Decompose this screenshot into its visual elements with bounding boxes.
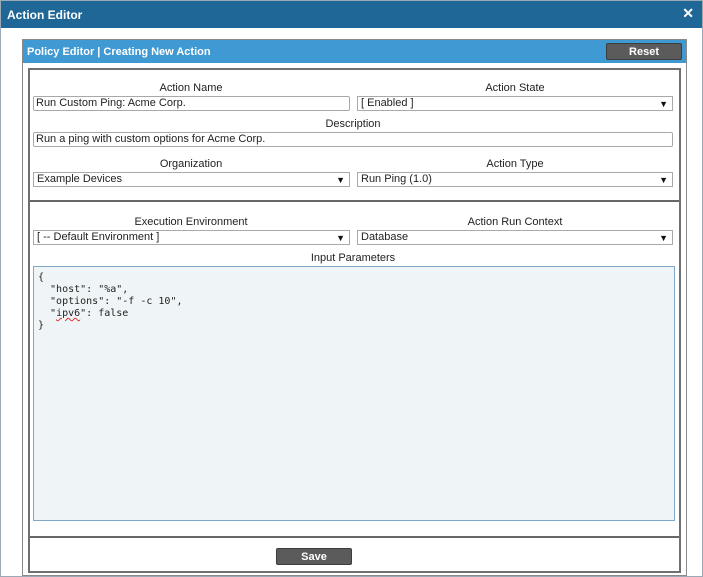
action-editor-window: Action Editor ✕ Policy Editor | Creating…: [0, 0, 703, 577]
code-line: }: [38, 320, 45, 331]
save-button[interactable]: Save: [276, 548, 352, 565]
window-titlebar: Action Editor ✕: [1, 1, 702, 28]
action-form: Action Name Action State Run Custom Ping…: [28, 68, 681, 573]
chevron-down-icon: ▼: [336, 175, 345, 185]
code-line: ": false: [80, 308, 129, 319]
description-label: Description: [325, 118, 381, 130]
spellcheck-word: ipv6: [56, 308, 81, 319]
reset-button[interactable]: Reset: [606, 43, 682, 60]
input-parameters-editor[interactable]: { "host": "%a", "options": "-f -c 10", "…: [33, 266, 675, 521]
code-line: {: [38, 272, 45, 283]
organization-label: Organization: [159, 158, 223, 170]
footer-divider: [30, 536, 679, 538]
chevron-down-icon: ▼: [659, 233, 668, 243]
chevron-down-icon: ▼: [659, 99, 668, 109]
panel-header: Policy Editor | Creating New Action Rese…: [23, 40, 686, 63]
execution-environment-label: Execution Environment: [134, 216, 248, 228]
execution-environment-select[interactable]: [ -- Default Environment ] ▼: [33, 230, 350, 245]
action-name-label: Action Name: [159, 82, 223, 94]
organization-select[interactable]: Example Devices ▼: [33, 172, 350, 187]
execution-environment-value: [ -- Default Environment ]: [37, 231, 160, 243]
action-type-select[interactable]: Run Ping (1.0) ▼: [357, 172, 673, 187]
close-icon[interactable]: ✕: [682, 6, 694, 20]
action-type-label: Action Type: [486, 158, 544, 170]
organization-value: Example Devices: [37, 173, 122, 185]
action-name-field[interactable]: Run Custom Ping: Acme Corp.: [33, 96, 350, 111]
chevron-down-icon: ▼: [659, 175, 668, 185]
action-type-value: Run Ping (1.0): [361, 173, 432, 185]
action-run-context-label: Action Run Context: [467, 216, 563, 228]
window-title: Action Editor: [7, 8, 83, 22]
code-line: "host": "%a",: [38, 284, 129, 295]
policy-editor-panel: Policy Editor | Creating New Action Rese…: [22, 39, 687, 576]
action-run-context-select[interactable]: Database ▼: [357, 230, 673, 245]
action-state-select[interactable]: [ Enabled ] ▼: [357, 96, 673, 111]
code-line: ": [38, 308, 57, 319]
action-run-context-value: Database: [361, 231, 409, 243]
action-state-value: [ Enabled ]: [361, 97, 414, 109]
code-line: "options": "-f -c 10",: [38, 296, 183, 307]
panel-title: Policy Editor | Creating New Action: [27, 46, 211, 58]
input-parameters-label: Input Parameters: [310, 252, 396, 264]
chevron-down-icon: ▼: [336, 233, 345, 243]
description-field[interactable]: Run a ping with custom options for Acme …: [33, 132, 673, 147]
section-divider: [30, 200, 679, 202]
action-state-label: Action State: [485, 82, 545, 94]
